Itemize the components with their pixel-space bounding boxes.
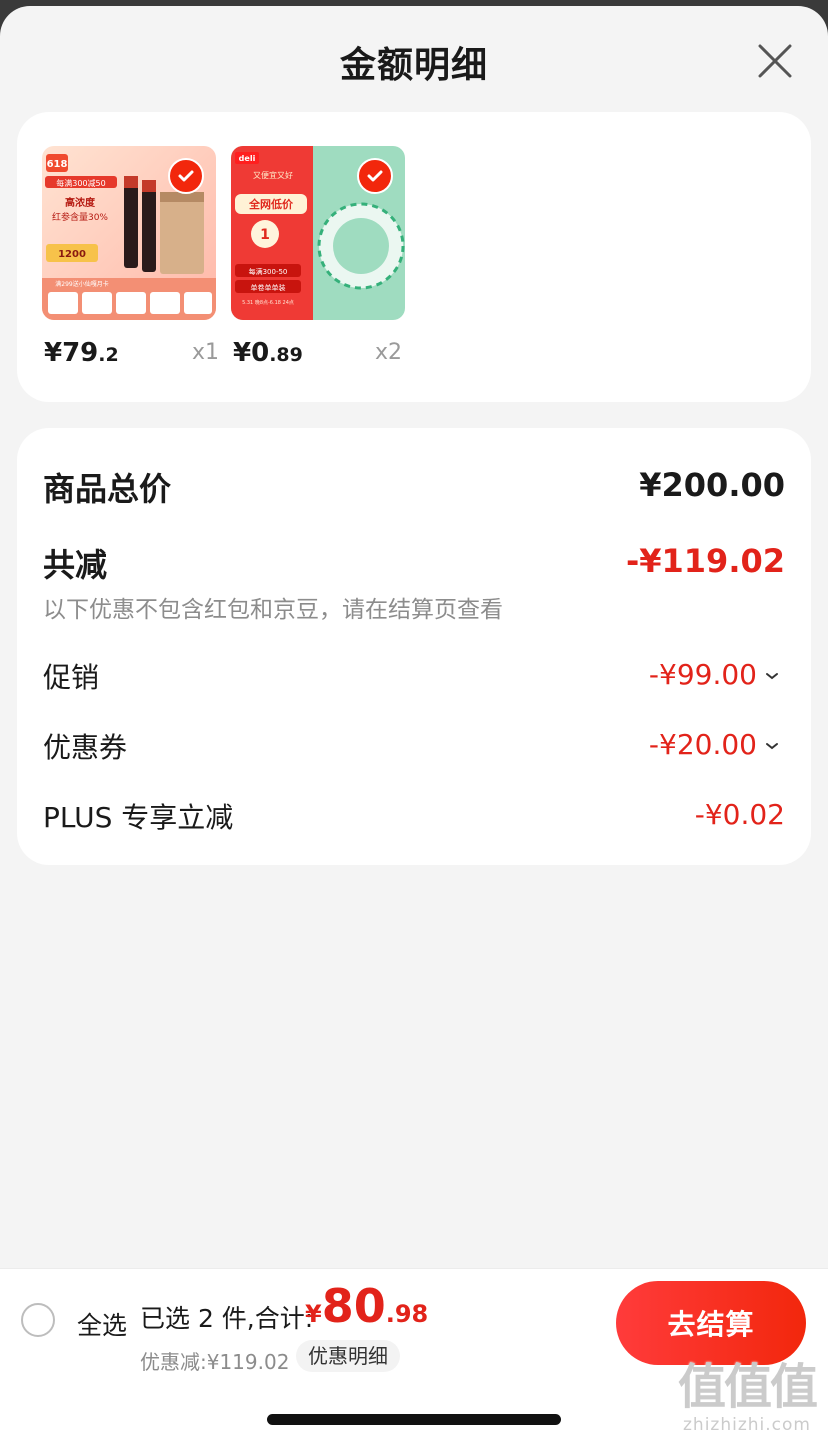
page-title: 金额明细 [339,45,488,86]
svg-text:单卷单单装: 单卷单单装 [251,283,286,292]
checked-badge[interactable] [357,158,393,194]
close-button[interactable] [754,40,796,82]
svg-text:又便宜又好: 又便宜又好 [253,170,293,180]
promotion-value: -¥99.00 [649,658,779,691]
select-all-label[interactable]: 全选 [77,1306,127,1342]
checkout-button[interactable]: 去结算 [616,1281,806,1365]
select-all-radio[interactable] [21,1303,55,1337]
total-reduce-row: 共减 -¥119.02 [43,540,785,584]
price-summary-card: 商品总价 ¥200.00 共减 -¥119.02 以下优惠不包含红包和京豆，请在… [17,428,811,865]
plus-discount-label: PLUS 专享立减 [43,801,234,834]
promotion-row[interactable]: 促销 -¥99.00 [43,656,785,700]
svg-text:618: 618 [47,159,68,170]
product-quantity: x2 [375,340,403,365]
watermark-logo: 值值值 [677,1359,818,1415]
product-price: ¥0.89 [233,338,303,368]
product-price-dec: .89 [269,344,303,366]
svg-text:deli: deli [239,154,256,163]
total-currency: ¥ [305,1300,322,1328]
total-int: 80 [321,1279,386,1333]
product-price-int: ¥0 [233,338,270,368]
discount-summary: 优惠减:¥119.02 [140,1350,290,1374]
total-dec: .98 [385,1300,429,1328]
coupon-row[interactable]: 优惠券 -¥20.00 [43,726,785,770]
svg-text:每满300减50: 每满300减50 [56,178,105,188]
svg-text:红参含量30%: 红参含量30% [52,211,108,223]
coupon-value: -¥20.00 [649,728,779,761]
coupon-amount: -¥20.00 [648,728,757,761]
product-price-int: ¥79 [44,338,99,368]
plus-discount-value: -¥0.02 [694,798,785,831]
plus-discount-row: PLUS 专享立减 -¥0.02 [43,796,785,840]
chevron-down-icon[interactable] [765,741,779,751]
checked-badge[interactable] [168,158,204,194]
svg-text:1: 1 [260,227,270,243]
watermark: 值值值 zhizhizhi.com [672,1359,822,1441]
svg-text:满299送小仙嘎月卡: 满299送小仙嘎月卡 [55,280,108,288]
sheet-header: 金额明细 [0,6,828,116]
svg-text:高浓度: 高浓度 [65,196,96,209]
svg-text:每满300-50: 每满300-50 [249,267,288,276]
product-item[interactable]: deli 又便宜又好 全网低价 1 每满300-50 单卷单单装 5.31 晚8… [231,146,405,376]
total-reduce-label: 共减 [43,546,108,584]
products-card: 618 每满300减50 高浓度 红参含量30% 1200 满299送小仙嘎月卡 [17,112,811,402]
product-item[interactable]: 618 每满300减50 高浓度 红参含量30% 1200 满299送小仙嘎月卡 [42,146,220,376]
discount-note: 以下优惠不包含红包和京豆，请在结算页查看 [43,597,503,623]
checkout-bar: 全选 已选 2 件,合计: ¥80.98 优惠减:¥119.02 优惠明细 去结… [0,1268,828,1441]
check-icon [367,170,383,182]
home-indicator [267,1414,561,1425]
total-price-label: 商品总价 [43,470,172,508]
discount-detail-button[interactable]: 优惠明细 [296,1340,400,1372]
promotion-label: 促销 [43,661,100,694]
amount-detail-sheet: 金额明细 618 每满300减50 高浓度 红参含量30% 1200 满299送… [0,6,828,1441]
svg-text:全网低价: 全网低价 [248,197,294,211]
total-reduce-value: -¥119.02 [625,542,785,580]
product-price: ¥79.2 [44,338,119,368]
chevron-down-icon[interactable] [765,671,779,681]
svg-text:1200: 1200 [58,249,86,260]
promotion-amount: -¥99.00 [648,658,757,691]
svg-text:5.31 晚8点-6.18 24点: 5.31 晚8点-6.18 24点 [242,299,294,306]
product-price-dec: .2 [98,344,119,366]
product-quantity: x1 [192,340,220,365]
product-thumbnail[interactable]: deli 又便宜又好 全网低价 1 每满300-50 单卷单单装 5.31 晚8… [231,146,405,320]
check-icon [178,170,194,182]
total-amount: ¥80.98 [305,1279,428,1333]
product-thumbnail[interactable]: 618 每满300减50 高浓度 红参含量30% 1200 满299送小仙嘎月卡 [42,146,216,320]
watermark-url: zhizhizhi.com [683,1415,811,1435]
selected-count-text: 已选 2 件,合计: [140,1304,314,1333]
coupon-label: 优惠券 [43,731,128,764]
total-price-row: 商品总价 ¥200.00 [43,464,785,508]
total-price-value: ¥200.00 [639,466,785,504]
close-icon [758,44,792,78]
